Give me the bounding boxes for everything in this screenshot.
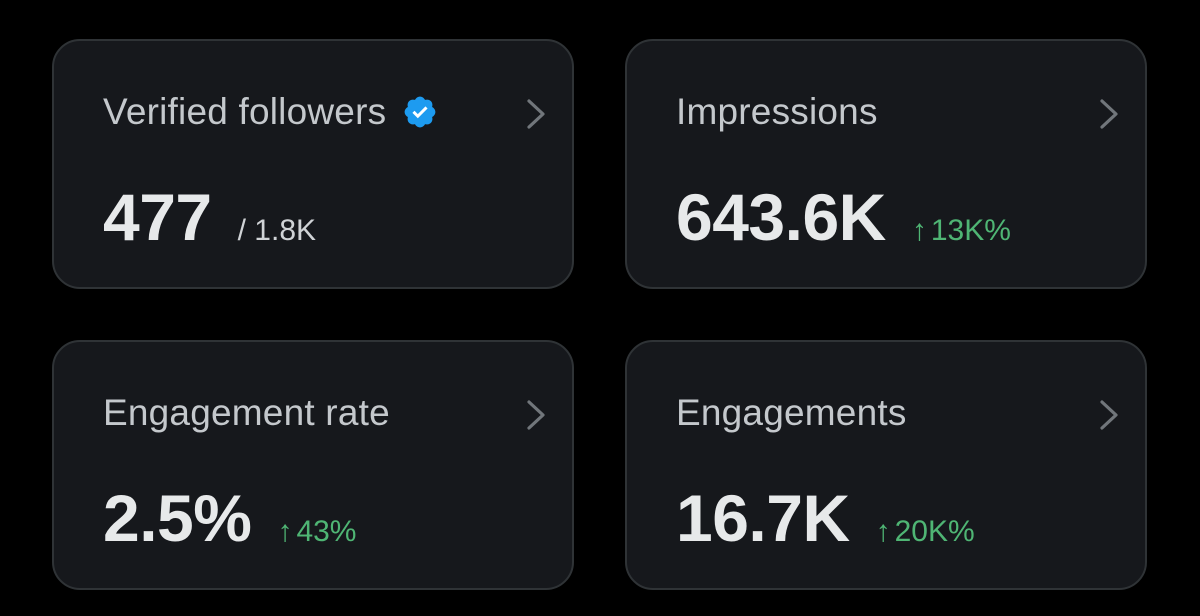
delta-value: 13K%	[930, 214, 1011, 247]
chevron-right-icon	[1100, 400, 1118, 430]
up-arrow-icon: ↑	[875, 515, 891, 548]
card-delta: ↑ 20K%	[876, 515, 975, 549]
card-title: Engagement rate	[103, 392, 390, 433]
card-title: Impressions	[676, 91, 878, 132]
card-value: 16.7K	[676, 481, 850, 555]
card-header: Verified followers	[103, 89, 438, 135]
card-title: Verified followers	[103, 91, 387, 132]
delta-value: 43%	[296, 515, 357, 548]
delta-value: 20K%	[894, 515, 975, 548]
card-total: / 1.8K	[237, 214, 317, 247]
chevron-right-icon	[1100, 99, 1118, 129]
verified-followers-card[interactable]: Verified followers 477 / 1.8K	[52, 39, 574, 289]
card-delta: ↑ 13K%	[912, 214, 1011, 248]
card-value: 643.6K	[676, 180, 886, 254]
impressions-card[interactable]: Impressions 643.6K ↑ 13K%	[625, 39, 1147, 289]
card-delta: ↑ 43%	[277, 515, 356, 549]
card-value-row: 16.7K ↑ 20K%	[676, 480, 975, 556]
card-header: Engagement rate	[103, 390, 390, 436]
card-value-row: 643.6K ↑ 13K%	[676, 179, 1011, 255]
engagements-card[interactable]: Engagements 16.7K ↑ 20K%	[625, 340, 1147, 590]
card-value: 477	[103, 180, 212, 254]
card-value: 2.5%	[103, 481, 252, 555]
engagement-rate-card[interactable]: Engagement rate 2.5% ↑ 43%	[52, 340, 574, 590]
card-header: Impressions	[676, 89, 878, 135]
up-arrow-icon: ↑	[277, 515, 293, 548]
chevron-right-icon	[527, 99, 545, 129]
card-value-row: 477 / 1.8K	[103, 179, 316, 255]
verified-badge-icon	[404, 96, 436, 128]
chevron-right-icon	[527, 400, 545, 430]
card-title: Engagements	[676, 392, 907, 433]
card-value-row: 2.5% ↑ 43%	[103, 480, 356, 556]
up-arrow-icon: ↑	[911, 214, 927, 247]
card-header: Engagements	[676, 390, 907, 436]
